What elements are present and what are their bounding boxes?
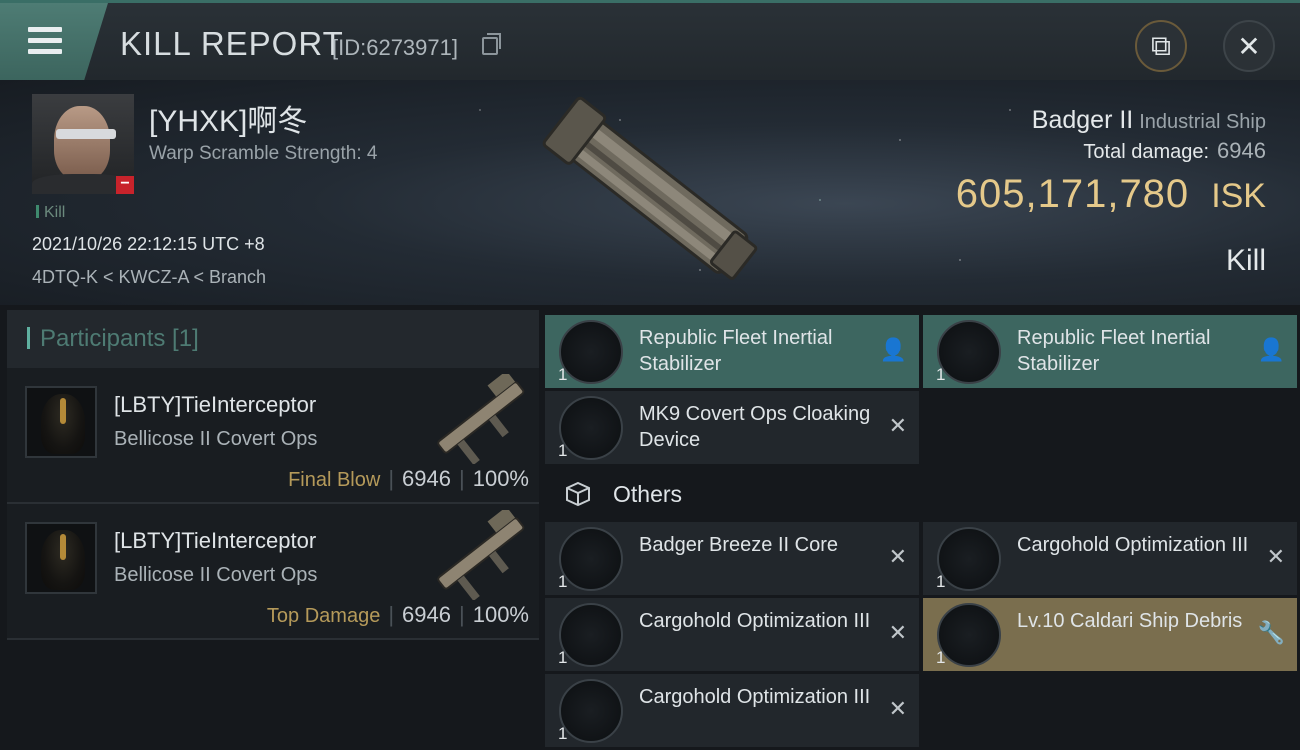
- victim-name[interactable]: [YHXK]啊冬: [149, 96, 307, 140]
- rig-icon: [559, 679, 623, 743]
- module-item[interactable]: 1 Cargohold Optimization III ✕: [545, 598, 919, 671]
- module-name: Lv.10 Caldari Ship Debris: [1017, 610, 1243, 632]
- scramble-strength: Warp Scramble Strength: 4: [149, 143, 378, 164]
- debris-icon: [937, 603, 1001, 667]
- copy-icon[interactable]: [482, 33, 501, 55]
- others-section-header: Others: [545, 465, 1300, 521]
- destroyed-icon: ✕: [888, 620, 907, 645]
- damage-value: 6946: [1217, 138, 1266, 163]
- module-item[interactable]: 1 Cargohold Optimization III ✕: [545, 674, 919, 747]
- isk-value-row: 605,171,780 ISK: [956, 172, 1266, 217]
- module-qty: 1: [558, 648, 568, 667]
- module-qty: 1: [558, 441, 568, 460]
- isk-value: 605,171,780: [955, 172, 1190, 216]
- participant-damage: 6946: [402, 602, 451, 627]
- participant-percent: 100%: [472, 602, 529, 627]
- module-name: Cargohold Optimization III: [639, 610, 871, 632]
- rig-icon: [937, 527, 1001, 591]
- ship-image: [542, 96, 758, 280]
- module-name: Republic Fleet Inertial Stabilizer: [639, 327, 833, 375]
- wrench-icon: 🔧: [1257, 620, 1285, 645]
- stabilizer-icon: [937, 320, 1001, 384]
- module-name: Republic Fleet Inertial Stabilizer: [1017, 327, 1211, 375]
- participant-role: Final Blow: [288, 469, 381, 491]
- destroyed-icon: ✕: [1266, 544, 1285, 569]
- module-name: MK9 Covert Ops Cloaking Device: [639, 403, 871, 451]
- destroyed-icon: ✕: [888, 544, 907, 569]
- ship-class: Industrial Ship: [1139, 111, 1266, 133]
- participants-title[interactable]: Participants [1]: [7, 310, 539, 368]
- participant-ship-image: [437, 510, 525, 600]
- module-qty: 1: [936, 572, 946, 591]
- participant-row[interactable]: [LBTY]TieInterceptor Bellicose II Covert…: [7, 368, 539, 504]
- module-name: Cargohold Optimization III: [1017, 534, 1249, 556]
- participant-avatar[interactable]: [25, 522, 97, 594]
- participant-ship-image: [437, 374, 525, 464]
- participant-stats: Top Damage | 6946 | 100%: [266, 602, 529, 627]
- rig-icon: [559, 603, 623, 667]
- hostile-badge-icon: −: [116, 176, 134, 194]
- victim-header: − [YHXK]啊冬 Warp Scramble Strength: 4 Kil…: [0, 80, 1300, 305]
- kill-date: 2021/10/26 22:12:15 UTC +8: [32, 234, 265, 254]
- menu-button[interactable]: [0, 3, 108, 80]
- title-bar: KILL REPORT [ID:6273971] ⧉ ✕: [0, 0, 1300, 80]
- share-icon: ⧉: [1151, 29, 1171, 61]
- share-button[interactable]: ⧉: [1135, 20, 1187, 72]
- module-item[interactable]: 1 Badger Breeze II Core ✕: [545, 522, 919, 595]
- module-item[interactable]: 1 Republic Fleet Inertial Stabilizer 👤: [545, 315, 919, 388]
- cloak-icon: [559, 396, 623, 460]
- module-qty: 1: [936, 648, 946, 667]
- destroyed-icon: ✕: [888, 413, 907, 438]
- module-name: Badger Breeze II Core: [639, 534, 838, 556]
- module-qty: 1: [558, 365, 568, 384]
- participant-row[interactable]: [LBTY]TieInterceptor Bellicose II Covert…: [7, 504, 539, 640]
- pilot-icon: 👤: [1257, 337, 1285, 362]
- ship-name[interactable]: Badger II: [1032, 106, 1133, 134]
- participant-name[interactable]: [LBTY]TieInterceptor: [114, 528, 316, 554]
- page-title: KILL REPORT: [120, 25, 344, 62]
- core-icon: [559, 527, 623, 591]
- pilot-icon: 👤: [879, 337, 907, 362]
- stabilizer-icon: [559, 320, 623, 384]
- participants-panel: Participants [1] [LBTY]TieInterceptor Be…: [7, 310, 539, 640]
- others-label: Others: [613, 481, 683, 507]
- isk-unit: ISK: [1211, 177, 1266, 215]
- module-item[interactable]: 1 Republic Fleet Inertial Stabilizer 👤: [923, 315, 1297, 388]
- module-qty: 1: [936, 365, 946, 384]
- result-label: Kill: [1225, 244, 1266, 277]
- module-qty: 1: [558, 572, 568, 591]
- participant-name[interactable]: [LBTY]TieInterceptor: [114, 392, 316, 418]
- box-icon: [566, 481, 590, 507]
- hamburger-icon: [28, 27, 62, 60]
- report-id: [ID:6273971]: [332, 35, 458, 60]
- module-item[interactable]: 1 MK9 Covert Ops Cloaking Device ✕: [545, 391, 919, 464]
- close-button[interactable]: ✕: [1223, 20, 1275, 72]
- participant-damage: 6946: [402, 466, 451, 491]
- module-name: Cargohold Optimization III: [639, 686, 871, 708]
- participant-role: Top Damage: [266, 605, 381, 627]
- kill-location[interactable]: 4DTQ-K < KWCZ-A < Branch: [32, 267, 266, 288]
- participant-ship: Bellicose II Covert Ops: [114, 564, 318, 586]
- participant-percent: 100%: [472, 466, 529, 491]
- module-qty: 1: [558, 724, 568, 743]
- total-damage: Total damage: 6946: [1083, 138, 1266, 164]
- destroyed-icon: ✕: [888, 696, 907, 721]
- close-icon: ✕: [1237, 30, 1261, 62]
- participant-stats: Final Blow | 6946 | 100%: [288, 466, 529, 491]
- participant-ship: Bellicose II Covert Ops: [114, 428, 318, 450]
- module-item[interactable]: 1 Cargohold Optimization III ✕: [923, 522, 1297, 595]
- module-item[interactable]: 1 Lv.10 Caldari Ship Debris 🔧: [923, 598, 1297, 671]
- ship-info: Badger II Industrial Ship: [1032, 106, 1266, 135]
- participant-avatar[interactable]: [25, 386, 97, 458]
- damage-label: Total damage:: [1083, 141, 1210, 163]
- kill-tag: Kill: [36, 204, 65, 222]
- modules-panel: 1 Republic Fleet Inertial Stabilizer 👤 1…: [545, 315, 1300, 750]
